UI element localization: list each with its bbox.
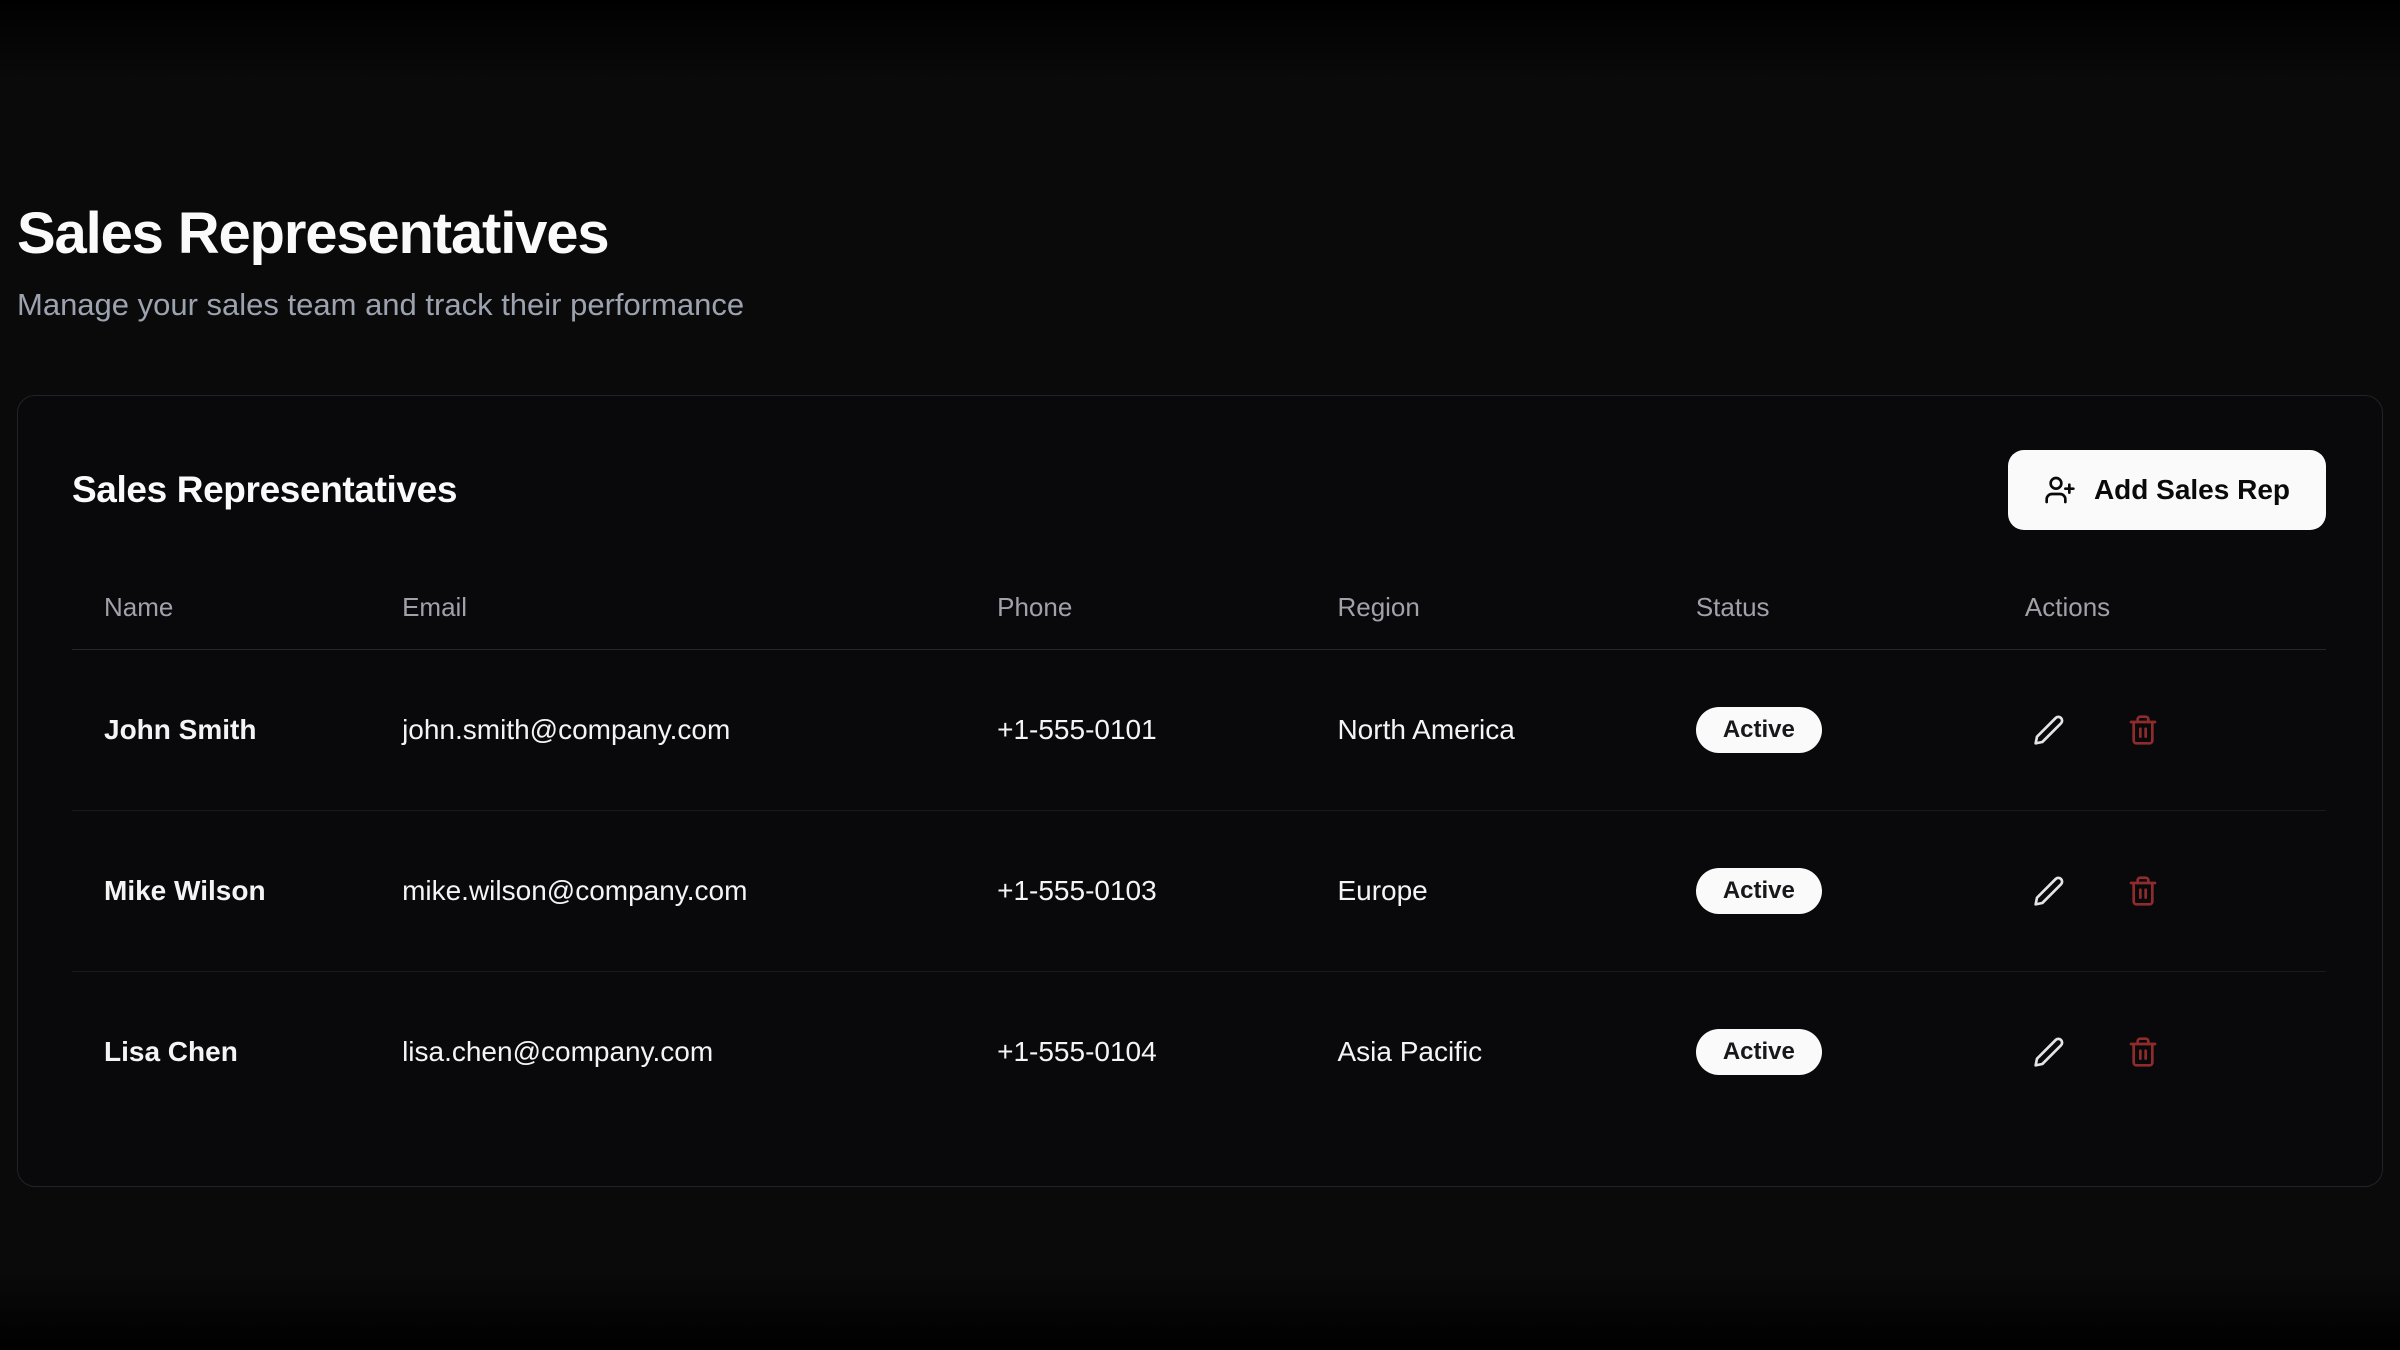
pencil-icon: [2033, 1036, 2065, 1068]
table-header-row: Name Email Phone Region Status Actions: [72, 572, 2326, 650]
cell-phone: +1-555-0101: [987, 650, 1327, 811]
row-actions: [2025, 706, 2316, 754]
card-title: Sales Representatives: [72, 469, 457, 511]
status-badge: Active: [1696, 707, 1822, 753]
pencil-icon: [2033, 875, 2065, 907]
user-plus-icon: [2044, 474, 2076, 506]
row-actions: [2025, 1028, 2316, 1076]
page-title: Sales Representatives: [17, 200, 2383, 267]
delete-button[interactable]: [2119, 867, 2167, 915]
cell-email: lisa.chen@company.com: [392, 972, 987, 1133]
delete-button[interactable]: [2119, 706, 2167, 754]
status-badge: Active: [1696, 868, 1822, 914]
page-container: Sales Representatives Manage your sales …: [0, 200, 2400, 1187]
column-header-phone: Phone: [987, 572, 1327, 650]
sales-reps-table: Name Email Phone Region Status Actions J…: [72, 572, 2326, 1132]
column-header-email: Email: [392, 572, 987, 650]
cell-phone: +1-555-0104: [987, 972, 1327, 1133]
table-row: John Smith john.smith@company.com +1-555…: [72, 650, 2326, 811]
sales-reps-card: Sales Representatives Add Sales Rep: [17, 395, 2383, 1187]
card-header: Sales Representatives Add Sales Rep: [72, 450, 2326, 530]
pencil-icon: [2033, 714, 2065, 746]
cell-region: Europe: [1327, 811, 1685, 972]
row-actions: [2025, 867, 2316, 915]
cell-region: Asia Pacific: [1327, 972, 1685, 1133]
trash-icon: [2127, 875, 2159, 907]
cell-name: Lisa Chen: [72, 972, 392, 1133]
cell-name: John Smith: [72, 650, 392, 811]
edit-button[interactable]: [2025, 867, 2073, 915]
edit-button[interactable]: [2025, 706, 2073, 754]
cell-name: Mike Wilson: [72, 811, 392, 972]
trash-icon: [2127, 714, 2159, 746]
column-header-region: Region: [1327, 572, 1685, 650]
cell-actions: [2015, 650, 2326, 811]
delete-button[interactable]: [2119, 1028, 2167, 1076]
status-badge: Active: [1696, 1029, 1822, 1075]
column-header-name: Name: [72, 572, 392, 650]
cell-email: john.smith@company.com: [392, 650, 987, 811]
edit-button[interactable]: [2025, 1028, 2073, 1076]
cell-email: mike.wilson@company.com: [392, 811, 987, 972]
cell-status: Active: [1686, 650, 2015, 811]
add-sales-rep-button[interactable]: Add Sales Rep: [2008, 450, 2326, 530]
add-sales-rep-button-label: Add Sales Rep: [2094, 474, 2290, 506]
cell-status: Active: [1686, 972, 2015, 1133]
column-header-status: Status: [1686, 572, 2015, 650]
table-row: Mike Wilson mike.wilson@company.com +1-5…: [72, 811, 2326, 972]
page-subtitle: Manage your sales team and track their p…: [17, 287, 2383, 323]
cell-actions: [2015, 972, 2326, 1133]
cell-phone: +1-555-0103: [987, 811, 1327, 972]
cell-actions: [2015, 811, 2326, 972]
table-row: Lisa Chen lisa.chen@company.com +1-555-0…: [72, 972, 2326, 1133]
cell-region: North America: [1327, 650, 1685, 811]
cell-status: Active: [1686, 811, 2015, 972]
column-header-actions: Actions: [2015, 572, 2326, 650]
trash-icon: [2127, 1036, 2159, 1068]
